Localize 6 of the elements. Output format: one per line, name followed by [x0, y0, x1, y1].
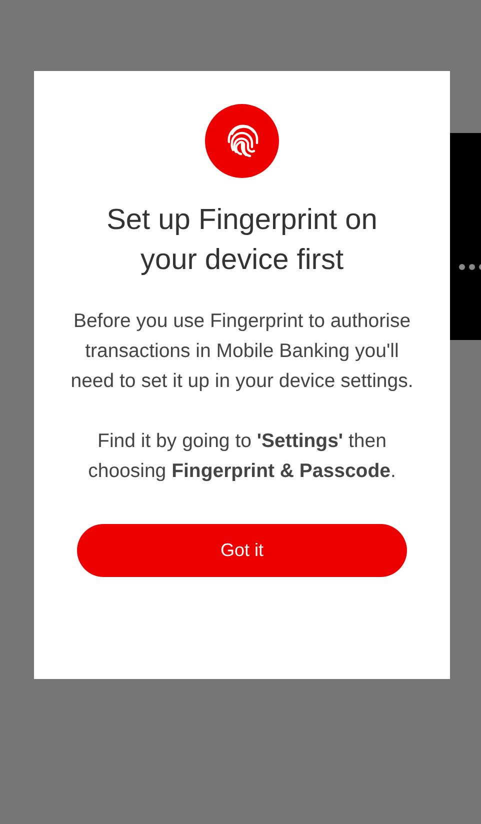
- dialog-message: Find it by going to 'Settings' then choosing Fingerprint & Passcode.: [87, 429, 397, 484]
- dialog-title: Set up Fingerprint on your device first: [106, 203, 378, 278]
- fingerprint-icon: [205, 104, 279, 178]
- dots-icon: [458, 263, 481, 271]
- dialog-message: Before you use Fingerprint to authorise transactions in Mobile Banking you'll need to set it up in your device settings.: [70, 309, 414, 394]
- got-it-button[interactable]: Got it: [77, 524, 407, 577]
